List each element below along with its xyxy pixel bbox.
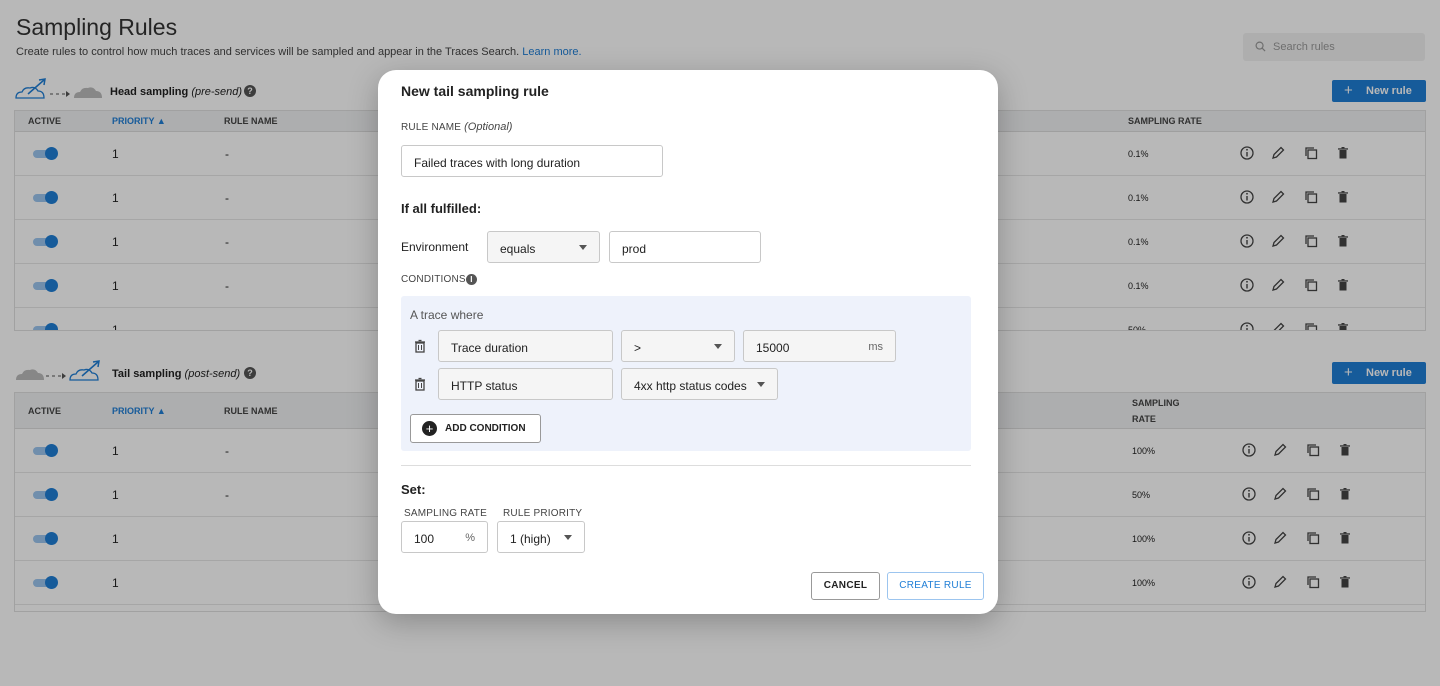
condition-1-field-select[interactable]: Trace duration: [438, 330, 613, 362]
chevron-down-icon: [714, 344, 722, 349]
rule-priority-label: RULE PRIORITY: [503, 508, 583, 519]
trash-icon[interactable]: [413, 339, 427, 353]
conditions-label: CONDITIONS i: [401, 274, 477, 285]
info-icon[interactable]: i: [466, 274, 477, 285]
sampling-rate-input[interactable]: 100 %: [401, 521, 488, 553]
environment-operator-value: equals: [500, 242, 536, 256]
add-condition-button[interactable]: + ADD CONDITION: [410, 414, 541, 443]
plus-circle-icon: +: [422, 421, 437, 436]
chevron-down-icon: [579, 245, 587, 250]
environment-operator-select[interactable]: equals: [487, 231, 600, 263]
set-heading: Set:: [401, 482, 426, 497]
cancel-button[interactable]: CANCEL: [811, 572, 880, 600]
divider: [401, 465, 971, 466]
condition-1-operator-value: >: [634, 341, 642, 355]
condition-1-unit: ms: [868, 341, 883, 353]
condition-2-operator-value: 4xx http status codes: [634, 379, 747, 393]
condition-2-field-select[interactable]: HTTP status: [438, 368, 613, 400]
environment-value-input[interactable]: prod: [609, 231, 761, 263]
condition-1-operator-select[interactable]: >: [621, 330, 735, 362]
rule-name-input[interactable]: Failed traces with long duration: [401, 145, 663, 177]
condition-2-operator-select[interactable]: 4xx http status codes: [621, 368, 778, 400]
trash-icon[interactable]: [413, 377, 427, 391]
if-all-fulfilled-heading: If all fulfilled:: [401, 201, 482, 216]
rule-priority-value: 1 (high): [510, 532, 551, 546]
sampling-rate-label: SAMPLING RATE: [404, 508, 487, 519]
rule-name-label: RULE NAME (Optional): [401, 121, 513, 133]
conditions-box: A trace where Trace duration > 15000 ms …: [401, 296, 971, 451]
add-condition-label: ADD CONDITION: [445, 423, 526, 434]
sampling-rate-unit: %: [465, 532, 475, 544]
trace-where-label: A trace where: [410, 308, 484, 322]
rule-priority-select[interactable]: 1 (high): [497, 521, 585, 553]
chevron-down-icon: [757, 382, 765, 387]
condition-1-value-input[interactable]: 15000 ms: [743, 330, 896, 362]
new-tail-sampling-rule-dialog: New tail sampling rule RULE NAME (Option…: [378, 70, 998, 614]
condition-1-value: 15000: [756, 341, 790, 355]
sampling-rate-value: 100: [414, 532, 435, 546]
chevron-down-icon: [564, 535, 572, 540]
dialog-title: New tail sampling rule: [401, 83, 549, 99]
create-rule-button[interactable]: CREATE RULE: [887, 572, 984, 600]
environment-label: Environment: [401, 240, 469, 254]
